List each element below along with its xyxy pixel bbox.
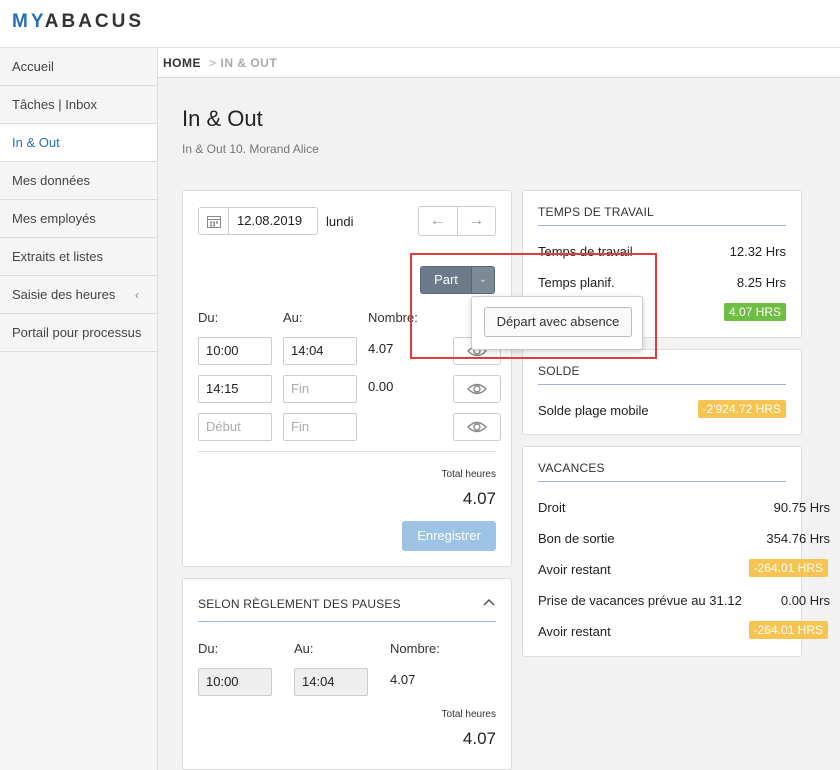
column-label-to: Au:: [283, 310, 303, 325]
view-button[interactable]: [453, 413, 501, 441]
sidebar-item-extraits-listes[interactable]: Extraits et listes: [0, 238, 157, 276]
main-content: HOME > IN & OUT In & Out In & Out 10. Mora…: [158, 48, 840, 770]
previous-day-button[interactable]: ←: [419, 207, 457, 235]
column-label-from: Du:: [198, 310, 219, 325]
end-time-input[interactable]: Fin: [283, 375, 357, 403]
total-hours-value: 4.07: [462, 729, 496, 748]
work-time-value: 12.32 Hrs: [729, 244, 786, 259]
flex-balance-badge: -2'924.72 HRS: [697, 400, 786, 418]
breadcrumb-current: IN & OUT: [220, 56, 278, 70]
sidebar-item-label: Saisie des heures: [12, 287, 116, 302]
work-time-label: Temps de travail: [538, 244, 633, 259]
arrow-right-icon: →: [468, 212, 485, 229]
section-divider: [538, 384, 786, 385]
total-hours-label: Total heures: [441, 469, 496, 480]
calendar-icon[interactable]: [199, 208, 229, 234]
save-button[interactable]: Enregistrer: [402, 521, 496, 551]
remaining-balance-badge: -264.01 HRS: [748, 559, 828, 577]
difference-badge: 4.07 HRS: [723, 303, 786, 321]
end-time-input[interactable]: 14:04: [283, 337, 357, 365]
section-title: SELON RÈGLEMENT DES PAUSES: [198, 597, 401, 611]
section-divider: [538, 481, 786, 482]
sidebar: Accueil Tâches | Inbox In & Out Mes donn…: [0, 48, 158, 770]
collapse-chevron-up-icon[interactable]: [483, 594, 497, 608]
sidebar-item-label: Accueil: [12, 59, 54, 74]
planned-time-label: Temps planif.: [538, 275, 615, 290]
sidebar-item-label: Mes données: [12, 173, 91, 188]
depart-with-absence-option[interactable]: Départ avec absence: [484, 307, 632, 337]
part-dropdown-toggle[interactable]: ⌄: [472, 266, 495, 294]
date-input[interactable]: 12.08.2019: [229, 208, 302, 234]
sidebar-item-in-out[interactable]: In & Out: [0, 124, 157, 162]
date-picker[interactable]: 12.08.2019: [198, 207, 318, 235]
breadcrumb-separator: >: [209, 56, 217, 70]
sidebar-item-label: In & Out: [12, 135, 60, 150]
start-time-input[interactable]: Début: [198, 413, 272, 441]
divider: [198, 451, 496, 452]
flex-balance-label: Solde plage mobile: [538, 403, 649, 418]
remaining-balance-badge: -264.01 HRS: [748, 621, 828, 639]
sidebar-item-mes-employes[interactable]: Mes employés: [0, 200, 157, 238]
section-title: SOLDE: [538, 364, 580, 378]
logo-prefix: MY: [12, 11, 45, 32]
vacation-entitlement-label: Droit: [538, 500, 566, 515]
sidebar-item-label: Tâches | Inbox: [12, 97, 98, 112]
part-dropdown-menu: Départ avec absence: [471, 296, 643, 350]
section-title: VACANCES: [538, 461, 605, 475]
pause-end-time: 14:04: [294, 668, 368, 696]
vacation-entitlement-value: 90.75 Hrs: [773, 500, 830, 515]
sidebar-item-portail-processus[interactable]: Portail pour processus: [0, 314, 157, 352]
start-time-input[interactable]: 14:15: [198, 375, 272, 403]
section-title: TEMPS DE TRAVAIL: [538, 205, 654, 219]
time-entry-card: 12.08.2019 lundi ← → Part ⌄ Du: Au: Nomb…: [182, 190, 512, 567]
vacation-card: VACANCES Droit 90.75 Hrs Bon de sortie 3…: [522, 446, 830, 657]
total-hours-label: Total heures: [441, 709, 496, 720]
pause-start-time: 10:00: [198, 668, 272, 696]
part-button[interactable]: Part: [420, 266, 472, 294]
end-time-input[interactable]: Fin: [283, 413, 357, 441]
sidebar-item-saisie-heures[interactable]: Saisie des heures ‹: [0, 276, 157, 314]
sidebar-item-taches-inbox[interactable]: Tâches | Inbox: [0, 86, 157, 124]
view-button[interactable]: [453, 375, 501, 403]
sidebar-item-label: Portail pour processus: [12, 325, 142, 340]
planned-vacation-value: 0.00 Hrs: [780, 593, 830, 608]
weekday-label: lundi: [326, 214, 354, 229]
sidebar-item-mes-donnees[interactable]: Mes données: [0, 162, 157, 200]
next-day-button[interactable]: →: [456, 207, 496, 235]
breadcrumb-home[interactable]: HOME: [163, 56, 201, 70]
column-label-to: Au:: [294, 641, 314, 656]
section-divider: [198, 621, 496, 622]
column-label-count: Nombre:: [368, 310, 418, 325]
pause-hours-count: 4.07: [390, 672, 416, 687]
exit-voucher-value: 354.76 Hrs: [766, 531, 830, 546]
column-label-from: Du:: [198, 641, 219, 656]
chevron-left-icon[interactable]: ‹: [135, 276, 139, 314]
section-divider: [538, 225, 786, 226]
exit-voucher-label: Bon de sortie: [538, 531, 615, 546]
start-time-input[interactable]: 10:00: [198, 337, 272, 365]
hours-count: 0.00: [368, 379, 394, 394]
page-subtitle: In & Out 10. Morand Alice: [182, 142, 319, 156]
arrow-left-icon: ←: [429, 212, 446, 229]
sidebar-item-accueil[interactable]: Accueil: [0, 48, 157, 86]
breadcrumb: HOME > IN & OUT: [158, 48, 840, 78]
logo-suffix: ABACUS: [44, 11, 145, 32]
hours-count: 4.07: [368, 341, 394, 356]
chevron-down-icon: ⌄: [478, 274, 488, 285]
remaining-balance-label: Avoir restant: [538, 562, 611, 577]
pause-rules-card: SELON RÈGLEMENT DES PAUSES Du: Au: Nombr…: [182, 578, 512, 770]
remaining-balance-label: Avoir restant: [538, 624, 611, 639]
balance-card: SOLDE Solde plage mobile -2'924.72 HRS: [522, 349, 802, 435]
planned-time-value: 8.25 Hrs: [736, 275, 786, 290]
sidebar-item-label: Mes employés: [12, 211, 96, 226]
date-navigation: ← →: [418, 206, 496, 236]
page-title: In & Out: [182, 106, 263, 131]
logo[interactable]: MYABACUS: [12, 11, 144, 33]
eye-icon: [467, 421, 487, 433]
total-hours-value: 4.07: [462, 489, 496, 508]
sidebar-item-label: Extraits et listes: [12, 249, 104, 264]
column-label-count: Nombre:: [390, 641, 440, 656]
eye-icon: [467, 383, 487, 395]
top-bar: MYABACUS: [0, 0, 840, 48]
